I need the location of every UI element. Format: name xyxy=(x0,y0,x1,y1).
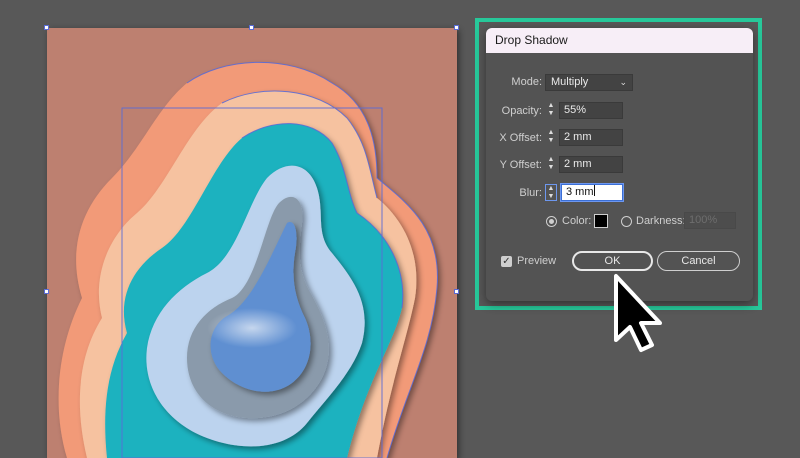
mode-value: Multiply xyxy=(551,76,589,88)
y-offset-stepper-icon[interactable]: ▲ ▼ xyxy=(545,156,557,173)
color-radio[interactable] xyxy=(546,216,557,227)
x-offset-label: X Offset: xyxy=(499,132,542,144)
preview-checkbox[interactable]: ✓ xyxy=(501,256,512,267)
darkness-input: 100% xyxy=(684,212,736,229)
preview-label: Preview xyxy=(517,255,557,267)
opacity-input[interactable]: 55% xyxy=(559,102,623,119)
shadow-color-swatch[interactable] xyxy=(594,214,608,228)
x-offset-input[interactable]: 2 mm xyxy=(559,129,623,146)
drop-shadow-dialog: Drop Shadow Mode: Multiply ⌄ Opacity: ▲ ▼… xyxy=(486,28,753,301)
opacity-stepper-icon[interactable]: ▲ ▼ xyxy=(545,102,557,119)
mode-label: Mode: xyxy=(511,76,542,88)
chevron-down-icon: ⌄ xyxy=(619,77,627,87)
color-label: Color: xyxy=(562,215,592,227)
darkness-radio[interactable] xyxy=(621,216,632,227)
blur-value: 3 mm xyxy=(566,186,594,198)
ok-button[interactable]: OK xyxy=(572,251,653,271)
text-caret xyxy=(593,185,595,196)
mode-select[interactable]: Multiply ⌄ xyxy=(545,74,633,91)
blur-stepper-icon[interactable]: ▲ ▼ xyxy=(545,184,557,201)
opacity-label: Opacity: xyxy=(501,105,542,117)
blur-label: Blur: xyxy=(519,187,542,199)
x-offset-stepper-icon[interactable]: ▲ ▼ xyxy=(545,129,557,146)
selection-handle-middle-right[interactable] xyxy=(454,289,459,294)
selection-handle-top-right[interactable] xyxy=(454,25,459,30)
selection-handle-middle-left[interactable] xyxy=(44,289,49,294)
dialog-title: Drop Shadow xyxy=(486,28,753,53)
artboard[interactable] xyxy=(44,25,459,458)
blur-input[interactable]: 3 mm xyxy=(561,184,623,201)
y-offset-input[interactable]: 2 mm xyxy=(559,156,623,173)
paper-cut-artwork xyxy=(58,61,438,458)
y-offset-label: Y Offset: xyxy=(499,159,542,171)
selection-handle-top-left[interactable] xyxy=(44,25,49,30)
cloud-highlight xyxy=(207,308,297,348)
selection-handle-top-middle[interactable] xyxy=(249,25,254,30)
arrow-pointer-icon xyxy=(614,274,662,352)
darkness-label: Darkness: xyxy=(636,215,686,227)
cancel-button[interactable]: Cancel xyxy=(657,251,740,271)
